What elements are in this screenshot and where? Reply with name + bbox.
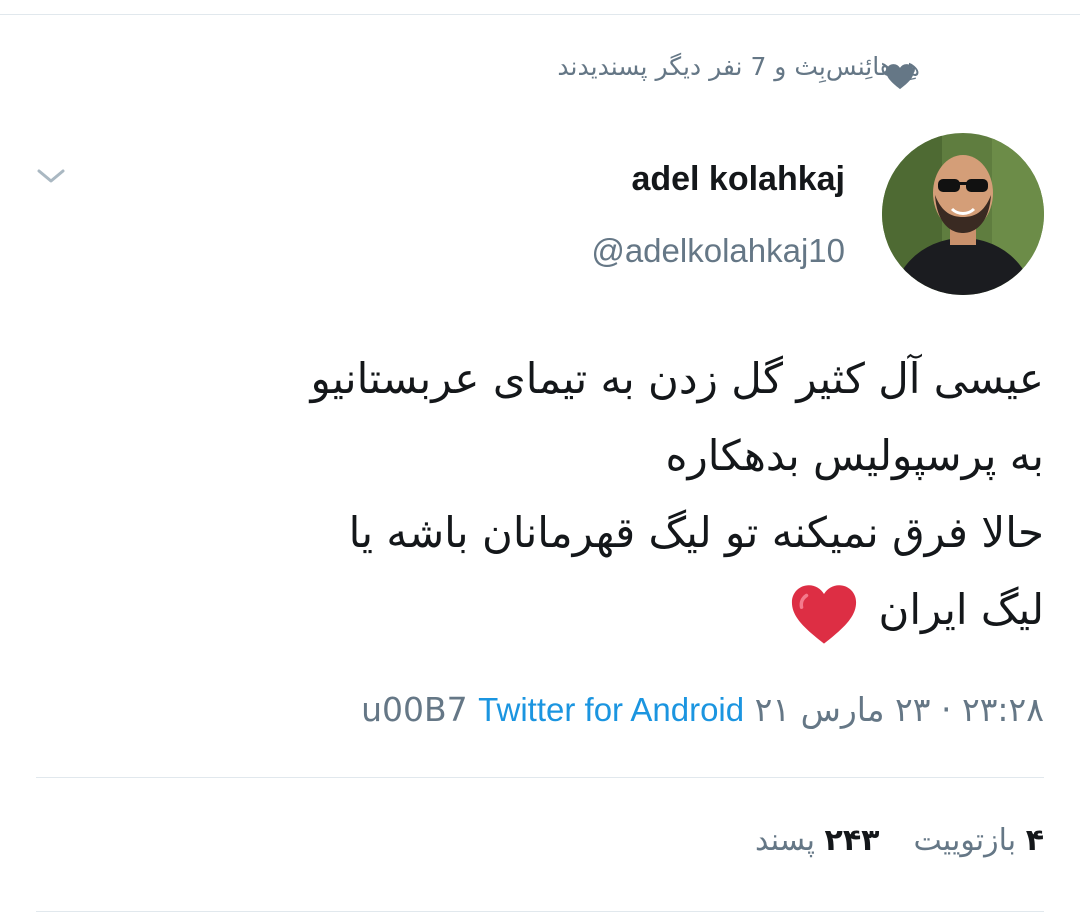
likes-count: ۲۴۳ [824,823,880,858]
retweets-label: بازتوییت [913,823,1017,858]
retweets-stat[interactable]: ۴ بازتوییت [913,823,1044,858]
source-link[interactable]: Twitter for Android [478,691,744,728]
likes-stat[interactable]: ۲۴۳ پسند [755,823,879,858]
avatar[interactable] [882,133,1044,295]
retweets-count: ۴ [1025,823,1044,858]
tweet-date: ۲۳ مارس ۲۱ [754,690,931,729]
tweet-line: حالا فرق نمیکنه تو لیگ قهرمانان باشه یا [348,508,1044,557]
heart-icon [886,64,914,90]
tweet-line: به پرسپولیس بدهکاره [665,431,1044,480]
top-divider [0,14,1080,15]
tweet-text: عیسی آل کثیر گل زدن به تیمای عربستانیو ب… [34,340,1044,648]
tweet-line-last: لیگ ایران [34,571,1044,648]
tweet-line: عیسی آل کثیر گل زدن به تیمای عربستانیو [310,354,1044,403]
divider [36,777,1044,778]
avatar-photo-icon [882,133,1044,295]
tweet-time: ۲۳:۲۸ [961,690,1044,729]
likes-label: پسند [755,823,815,858]
user-handle[interactable]: @adelkolahkaj10 [591,232,845,270]
divider [36,911,1044,912]
display-name[interactable]: adel kolahkaj [631,160,845,199]
tweet-stats: ۴ بازتوییت ۲۴۳ پسند [755,823,1044,858]
red-heart-emoji-icon [792,584,857,644]
chevron-down-icon[interactable] [36,166,66,186]
tweet-meta: ۲۳:۲۸ · ۲۳ مارس ۲۱ u00B7 Twitter for And… [361,690,1044,729]
liked-by-text[interactable]: هِرهائِنس‌بِث و 7 نفر دیگر پسندیدند [557,52,920,81]
meta-separator: · [940,690,952,729]
tweet-line: لیگ ایران [878,585,1044,634]
meta-dot-text: u00B7 [361,690,468,729]
